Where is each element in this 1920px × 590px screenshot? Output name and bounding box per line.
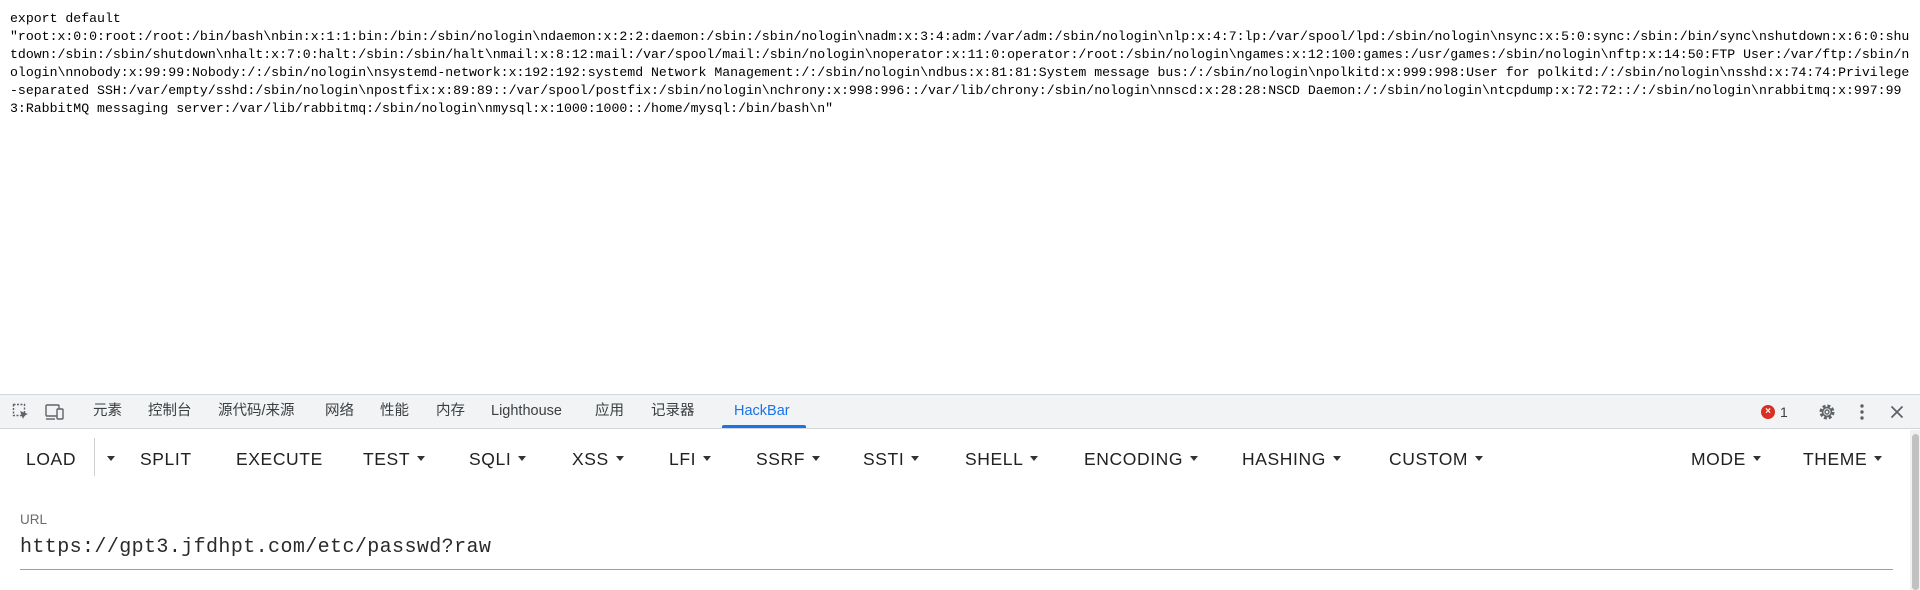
lfi-menu[interactable]: LFI	[669, 429, 712, 489]
theme-menu[interactable]: THEME	[1803, 429, 1883, 489]
tab-console[interactable]: 控制台	[148, 395, 192, 428]
more-options-icon[interactable]	[1851, 401, 1873, 423]
chevron-down-icon	[1475, 455, 1484, 461]
device-toolbar-icon[interactable]	[44, 401, 66, 423]
devtools-panel: 元素 控制台 源代码/来源 网络 性能 内存 Lighthouse 应用 记录器…	[0, 394, 1920, 590]
chevron-down-icon	[1874, 455, 1883, 461]
chevron-down-icon	[417, 455, 426, 461]
code-line-passwd-string: "root:x:0:0:root:/root:/bin/bash\nbin:x:…	[10, 29, 1910, 116]
error-icon: ×	[1761, 405, 1775, 419]
chevron-down-icon	[1752, 455, 1761, 461]
tab-memory[interactable]: 内存	[436, 395, 465, 428]
url-input[interactable]: https://gpt3.jfdhpt.com/etc/passwd?raw	[20, 536, 491, 559]
url-input-underline	[20, 569, 1893, 570]
xss-menu[interactable]: XSS	[572, 429, 624, 489]
chevron-down-icon	[1190, 455, 1199, 461]
hackbar-toolbar: LOAD SPLIT EXECUTE TEST SQLI XSS LFI SSR…	[0, 429, 1900, 489]
ssrf-menu[interactable]: SSRF	[756, 429, 821, 489]
hashing-menu-label: HASHING	[1242, 449, 1326, 469]
sqli-menu-label: SQLI	[469, 449, 512, 469]
execute-button[interactable]: EXECUTE	[236, 429, 323, 489]
raw-module-text: export default "root:x:0:0:root:/root:/b…	[0, 0, 1920, 118]
devtools-tab-bar: 元素 控制台 源代码/来源 网络 性能 内存 Lighthouse 应用 记录器…	[0, 394, 1920, 429]
split-button[interactable]: SPLIT	[140, 429, 192, 489]
custom-menu[interactable]: CUSTOM	[1389, 429, 1484, 489]
load-button[interactable]: LOAD	[26, 429, 76, 489]
encoding-menu-label: ENCODING	[1084, 449, 1184, 469]
shell-menu-label: SHELL	[965, 449, 1024, 469]
shell-menu[interactable]: SHELL	[965, 429, 1039, 489]
chevron-down-icon	[1332, 455, 1341, 461]
settings-gear-icon[interactable]	[1816, 401, 1838, 423]
tab-hackbar[interactable]: HackBar	[734, 395, 790, 428]
tab-recorder[interactable]: 记录器	[651, 395, 695, 428]
chevron-down-icon	[911, 455, 920, 461]
scrollbar-thumb[interactable]	[1912, 434, 1919, 590]
hashing-menu[interactable]: HASHING	[1242, 429, 1341, 489]
test-menu-label: TEST	[363, 449, 411, 469]
tab-sources[interactable]: 源代码/来源	[218, 395, 295, 428]
encoding-menu[interactable]: ENCODING	[1084, 429, 1199, 489]
page-content: export default "root:x:0:0:root:/root:/b…	[0, 0, 1920, 394]
chevron-down-icon	[615, 455, 624, 461]
theme-menu-label: THEME	[1803, 449, 1868, 469]
custom-menu-label: CUSTOM	[1389, 449, 1469, 469]
mode-menu-label: MODE	[1691, 449, 1746, 469]
chevron-down-icon	[518, 455, 527, 461]
chevron-down-icon	[812, 455, 821, 461]
sqli-menu[interactable]: SQLI	[469, 429, 527, 489]
test-menu[interactable]: TEST	[363, 429, 426, 489]
xss-menu-label: XSS	[572, 449, 609, 469]
url-label: URL	[20, 512, 48, 527]
chevron-down-icon	[703, 455, 712, 461]
tab-lighthouse[interactable]: Lighthouse	[491, 395, 562, 428]
active-tab-indicator	[722, 425, 806, 428]
ssti-menu-label: SSTI	[863, 449, 905, 469]
tab-elements[interactable]: 元素	[93, 395, 122, 428]
ssti-menu[interactable]: SSTI	[863, 429, 920, 489]
tab-performance[interactable]: 性能	[380, 395, 409, 428]
inspect-element-icon[interactable]	[10, 401, 32, 423]
load-split-divider	[94, 438, 95, 476]
tab-application[interactable]: 应用	[595, 395, 624, 428]
mode-menu[interactable]: MODE	[1691, 429, 1761, 489]
ssrf-menu-label: SSRF	[756, 449, 806, 469]
issues-count: 1	[1780, 404, 1788, 420]
code-line-export: export default	[10, 11, 121, 26]
chevron-down-icon	[1030, 455, 1039, 461]
lfi-menu-label: LFI	[669, 449, 697, 469]
chevron-down-icon	[107, 455, 115, 461]
load-options-dropdown[interactable]	[100, 429, 115, 489]
tab-network[interactable]: 网络	[325, 395, 354, 428]
close-icon[interactable]	[1886, 401, 1908, 423]
issues-counter[interactable]: × 1	[1761, 403, 1788, 421]
